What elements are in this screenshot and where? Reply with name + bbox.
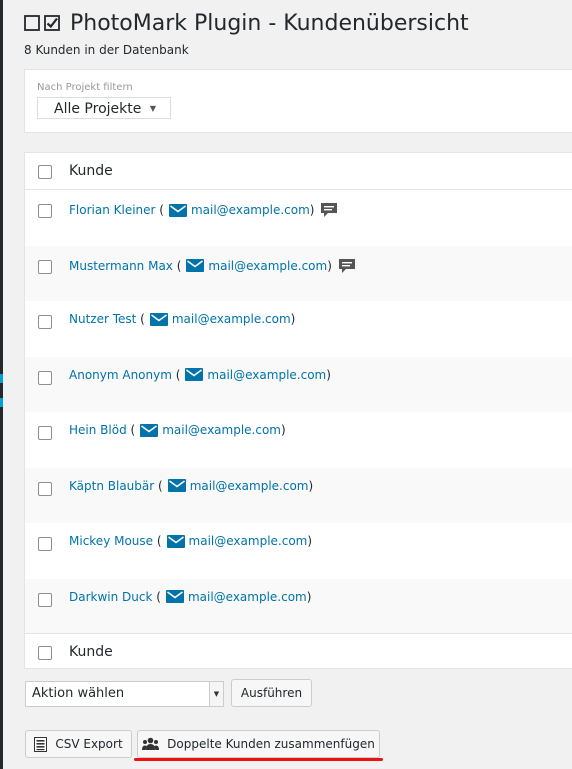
table-row: Käptn Blaubär ( mail@example.com): [25, 467, 572, 523]
customer-email-link[interactable]: mail@example.com: [207, 368, 326, 382]
paren-open: (: [136, 312, 145, 326]
customer-name-link[interactable]: Käptn Blaubär: [69, 479, 154, 493]
paren-close: ): [281, 423, 286, 437]
sidebar-indicator: [0, 398, 3, 407]
page-header: PhotoMark Plugin - Kundenübersicht: [24, 8, 469, 38]
chevron-down-icon: ▼: [209, 682, 223, 706]
customer-cell: Darkwin Duck ( mail@example.com): [69, 590, 311, 604]
table-footer: Kunde: [25, 633, 572, 670]
customer-cell: Hein Blöd ( mail@example.com): [69, 423, 286, 437]
envelope-icon: [167, 479, 186, 492]
customer-cell: Anonym Anonym ( mail@example.com): [69, 368, 331, 382]
paren-close: ): [307, 534, 313, 548]
column-header-kunde[interactable]: Kunde: [69, 163, 113, 179]
select-all-checkbox[interactable]: [38, 165, 52, 179]
paren-open: (: [171, 367, 181, 382]
customer-name-link[interactable]: Hein Blöd: [69, 423, 127, 437]
row-checkbox[interactable]: [38, 426, 52, 440]
envelope-icon: [149, 312, 168, 326]
checkbox-icon: [24, 15, 40, 31]
admin-sidebar-edge: [0, 0, 3, 769]
chevron-down-icon: ▼: [149, 104, 156, 113]
row-checkbox[interactable]: [38, 315, 52, 329]
paren-close: ): [309, 203, 315, 217]
paren-open: (: [154, 478, 163, 493]
table-row: Nutzer Test ( mail@example.com): [25, 301, 572, 356]
highlight-underline: [134, 758, 383, 761]
customer-email-link[interactable]: mail@example.com: [172, 312, 291, 326]
page-title: PhotoMark Plugin - Kundenübersicht: [70, 10, 469, 36]
customer-email-link[interactable]: mail@example.com: [188, 590, 307, 604]
customer-name-link[interactable]: Nutzer Test: [69, 312, 136, 326]
merge-duplicates-label: Doppelte Kunden zusammenfügen: [167, 737, 375, 751]
filter-label: Nach Projekt filtern: [37, 82, 133, 93]
paren-close: ): [306, 589, 312, 604]
customer-name-link[interactable]: Anonym Anonym: [69, 368, 172, 382]
comment-icon: [338, 258, 355, 273]
project-filter-select[interactable]: Alle Projekte ▼: [37, 97, 171, 119]
customer-name-link[interactable]: Mustermann Max: [69, 259, 173, 273]
row-checkbox[interactable]: [38, 592, 52, 607]
customer-email-link[interactable]: mail@example.com: [208, 259, 327, 273]
table-row: Darkwin Duck ( mail@example.com): [25, 578, 572, 634]
customer-name-link[interactable]: Darkwin Duck: [69, 590, 152, 604]
row-checkbox[interactable]: [38, 537, 52, 551]
column-footer-kunde[interactable]: Kunde: [69, 644, 113, 660]
envelope-icon: [168, 203, 187, 217]
table-row: Mickey Mouse ( mail@example.com): [25, 523, 572, 578]
comment-icon: [321, 203, 338, 217]
customer-email-link[interactable]: mail@example.com: [191, 203, 310, 217]
customer-count: 8 Kunden in der Datenbank: [24, 43, 189, 57]
customer-cell: Mustermann Max ( mail@example.com): [69, 257, 356, 275]
customer-cell: Nutzer Test ( mail@example.com): [69, 312, 295, 326]
paren-close: ): [326, 367, 331, 382]
paren-close: ): [290, 312, 296, 326]
row-checkbox[interactable]: [38, 370, 52, 385]
paren-close: ): [327, 258, 332, 273]
table-row: Florian Kleiner ( mail@example.com): [25, 190, 572, 245]
customer-name-link[interactable]: Florian Kleiner: [69, 203, 155, 217]
paren-open: (: [152, 589, 161, 604]
users-group-icon: [142, 737, 160, 750]
paren-open: (: [126, 423, 136, 437]
apply-button[interactable]: Ausführen: [231, 679, 312, 707]
paren-open: (: [153, 534, 162, 548]
table-row: Anonym Anonym ( mail@example.com): [25, 356, 572, 412]
envelope-icon: [185, 368, 204, 381]
customer-cell: Florian Kleiner ( mail@example.com): [69, 201, 338, 219]
customer-cell: Mickey Mouse ( mail@example.com): [69, 534, 312, 548]
paren-open: (: [155, 203, 164, 217]
table-row: Mustermann Max ( mail@example.com): [25, 245, 572, 301]
row-checkbox[interactable]: [38, 204, 52, 218]
customer-name-link[interactable]: Mickey Mouse: [69, 534, 153, 548]
envelope-icon: [186, 259, 205, 272]
paren-close: ): [308, 478, 314, 493]
select-all-checkbox-footer[interactable]: [38, 646, 52, 660]
customer-email-link[interactable]: mail@example.com: [190, 479, 309, 493]
envelope-icon: [140, 423, 159, 437]
spreadsheet-icon: [34, 736, 48, 752]
merge-duplicates-button[interactable]: Doppelte Kunden zusammenfügen: [137, 730, 380, 758]
row-checkbox[interactable]: [38, 481, 52, 496]
project-filter-value: Alle Projekte: [54, 101, 142, 117]
csv-export-button[interactable]: CSV Export: [25, 730, 132, 758]
customer-email-link[interactable]: mail@example.com: [162, 423, 281, 437]
customer-cell: Käptn Blaubär ( mail@example.com): [69, 479, 313, 493]
paren-open: (: [172, 258, 182, 273]
bulk-action-value: Aktion wählen: [32, 686, 125, 701]
table-row: Hein Blöd ( mail@example.com): [25, 412, 572, 467]
customer-table: Kunde Florian Kleiner ( mail@example.com)…: [24, 152, 572, 669]
customer-email-link[interactable]: mail@example.com: [189, 534, 308, 548]
sidebar-indicator: [0, 374, 3, 383]
row-checkbox[interactable]: [38, 259, 52, 274]
envelope-icon: [165, 590, 184, 603]
envelope-icon: [166, 534, 185, 548]
bulk-action-select[interactable]: Aktion wählen ▼: [25, 681, 224, 707]
table-header: Kunde: [25, 153, 572, 190]
filter-panel: Nach Projekt filtern Alle Projekte ▼: [24, 69, 572, 133]
csv-export-label: CSV Export: [55, 737, 123, 751]
checkmark-icon: [44, 15, 60, 31]
